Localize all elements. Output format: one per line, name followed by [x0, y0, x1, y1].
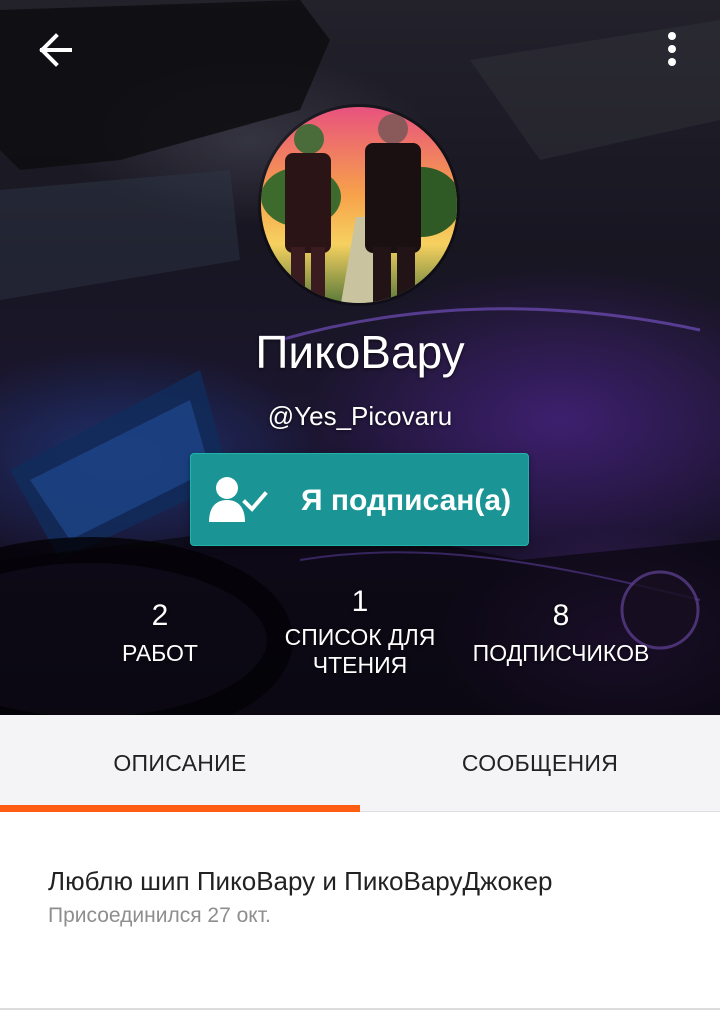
user-check-icon: [209, 477, 268, 522]
stat-works-value: 2: [151, 599, 169, 632]
stat-reading-lists-value: 1: [351, 585, 369, 618]
more-vertical-icon: [668, 32, 676, 66]
back-button[interactable]: [30, 28, 82, 72]
profile-name: ПикоВару: [255, 326, 465, 378]
bio-text: Люблю шип ПикоВару и ПикоВаруДжокер: [48, 866, 553, 896]
profile-header: ПикоВару @Yes_Picovaru Я подписан(а) 2 Р…: [0, 0, 720, 715]
stat-followers[interactable]: 8 ПОДПИСЧИКОВ: [461, 599, 661, 667]
divider: [0, 1008, 720, 1010]
following-button[interactable]: Я подписан(а): [190, 453, 529, 546]
tab-description[interactable]: ОПИСАНИЕ: [0, 715, 360, 811]
profile-tabs: ОПИСАНИЕ СООБЩЕНИЯ: [0, 715, 720, 812]
more-options-button[interactable]: [650, 26, 694, 74]
stat-works-label: РАБОТ: [122, 640, 198, 666]
active-tab-indicator: [0, 805, 360, 812]
stat-reading-lists[interactable]: 1 СПИСОК ДЛЯ ЧТЕНИЯ: [260, 585, 460, 679]
stat-followers-value: 8: [552, 599, 570, 632]
profile-username: @Yes_Picovaru: [267, 401, 453, 431]
avatar-image: [261, 107, 457, 303]
following-button-label: Я подписан(а): [301, 484, 512, 517]
arrow-left-icon: [39, 33, 72, 67]
stat-reading-lists-label-line1: СПИСОК ДЛЯ: [284, 624, 436, 650]
stat-followers-label: ПОДПИСЧИКОВ: [472, 640, 650, 666]
avatar[interactable]: [261, 107, 457, 303]
tab-messages[interactable]: СООБЩЕНИЯ: [360, 715, 720, 811]
about-section: Люблю шип ПикоВару и ПикоВаруДжокер Прис…: [0, 812, 720, 1008]
stat-works[interactable]: 2 РАБОТ: [60, 599, 260, 667]
joined-date: Присоединился 27 окт.: [48, 904, 271, 927]
stat-reading-lists-label-line2: ЧТЕНИЯ: [312, 652, 408, 678]
